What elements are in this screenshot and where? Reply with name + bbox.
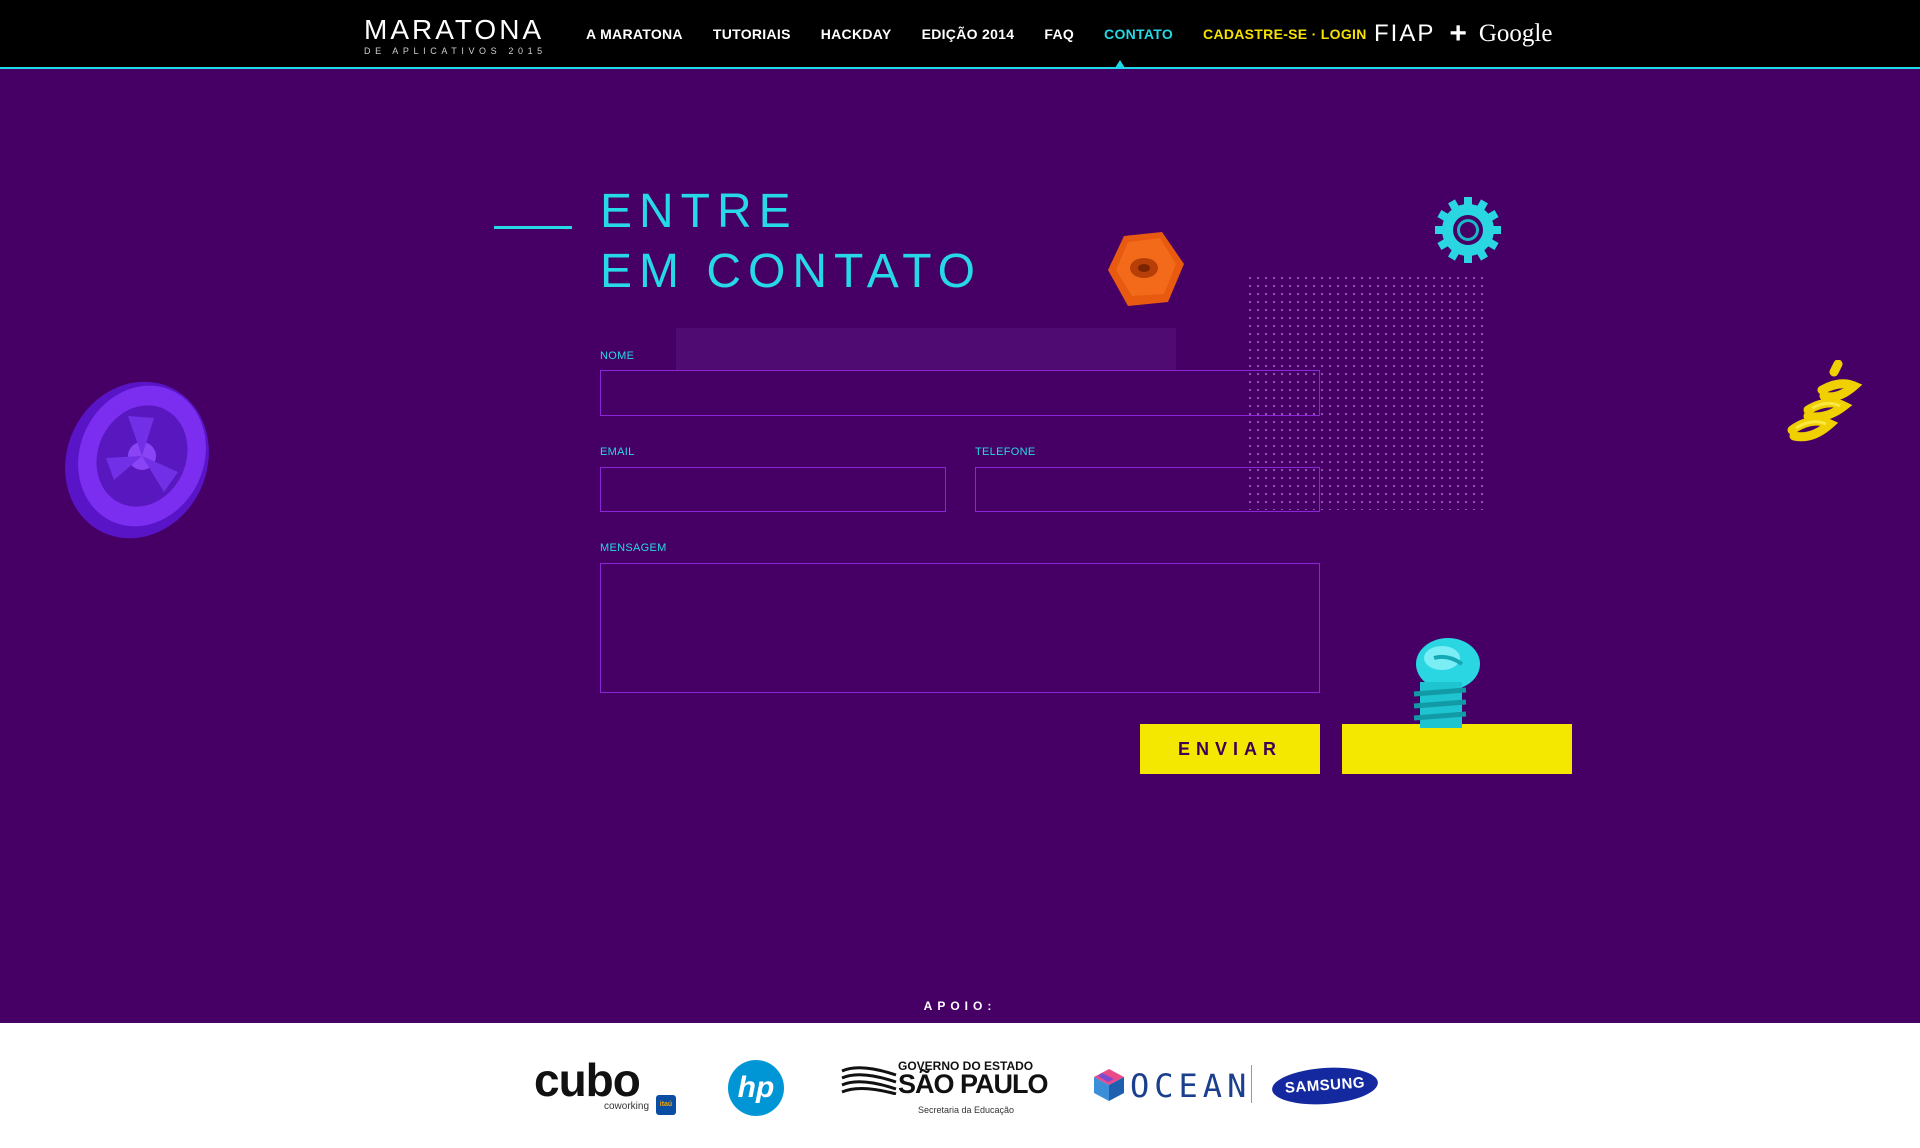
nav-item-tutoriais[interactable]: TUTORIAIS <box>713 26 791 42</box>
logo-subtitle: DE APLICATIVOS 2015 <box>364 46 547 56</box>
samsung-logo[interactable]: SAMSUNG <box>1270 1064 1380 1108</box>
nome-input[interactable] <box>600 370 1320 416</box>
active-indicator-caret <box>1115 60 1125 68</box>
telefone-label: TELEFONE <box>975 446 1036 458</box>
yellow-block-decoration <box>1342 724 1572 774</box>
mensagem-textarea[interactable] <box>600 563 1320 693</box>
fiap-logo: FIAP <box>1374 20 1436 47</box>
nav-menu: A MARATONA TUTORIAIS HACKDAY EDIÇÃO 2014… <box>586 26 1397 42</box>
wheel-icon <box>65 381 209 539</box>
itau-logo: itaú <box>656 1095 676 1115</box>
nav-item-hackday[interactable]: HACKDAY <box>821 26 892 42</box>
decorative-band <box>676 328 1176 370</box>
enviar-button[interactable]: ENVIAR <box>1140 724 1320 774</box>
ocean-logo[interactable]: OCEAN <box>1130 1067 1251 1105</box>
nav-item-edicao-2014[interactable]: EDIÇÃO 2014 <box>922 26 1015 42</box>
sponsor-footer: cubo coworking itaú hp GOVERNO DO ESTADO… <box>0 1023 1920 1148</box>
email-input[interactable] <box>600 467 946 512</box>
nav-item-faq[interactable]: FAQ <box>1044 26 1074 42</box>
spring-icon <box>1787 360 1863 442</box>
hp-logo[interactable]: hp <box>728 1060 784 1116</box>
page-title-line1: ENTRE <box>600 185 798 238</box>
plus-icon: + <box>1449 17 1467 50</box>
cyan-gear-icon <box>1435 197 1501 263</box>
partner-logos: FIAP + Google <box>1374 17 1553 50</box>
nome-label: NOME <box>600 350 635 362</box>
sao-paulo-emblem-icon <box>841 1066 897 1095</box>
hex-nut-icon <box>1108 232 1184 306</box>
ocean-cube-icon <box>1094 1069 1124 1101</box>
google-logo: Google <box>1478 20 1553 47</box>
nav-item-cadastre-login[interactable]: CADASTRE-SE · LOGIN <box>1203 26 1367 42</box>
heading-accent-line <box>494 226 572 229</box>
sp-gov-line3: Secretaria da Educação <box>918 1105 1015 1115</box>
sp-gov-line2: SÃO PAULO <box>898 1069 1049 1099</box>
page-title-line2: EM CONTATO <box>600 245 982 298</box>
cubo-logo[interactable]: cubo <box>534 1053 641 1107</box>
top-navbar: MARATONA DE APLICATIVOS 2015 A MARATONA … <box>0 0 1920 69</box>
page-title: ENTRE EM CONTATO <box>600 182 982 302</box>
nav-item-a-maratona[interactable]: A MARATONA <box>586 26 683 42</box>
logo-separator <box>1251 1065 1252 1103</box>
telefone-input[interactable] <box>975 467 1320 512</box>
apoio-label: APOIO: <box>923 999 997 1013</box>
nav-item-contato[interactable]: CONTATO <box>1104 26 1173 42</box>
cyan-screw-icon <box>1413 638 1480 728</box>
mensagem-label: MENSAGEM <box>600 542 667 554</box>
cubo-coworking-label: coworking <box>604 1101 650 1112</box>
logo-title: MARATONA <box>364 14 545 45</box>
email-label: EMAIL <box>600 446 635 458</box>
maratona-logo[interactable]: MARATONA DE APLICATIVOS 2015 <box>364 14 547 57</box>
